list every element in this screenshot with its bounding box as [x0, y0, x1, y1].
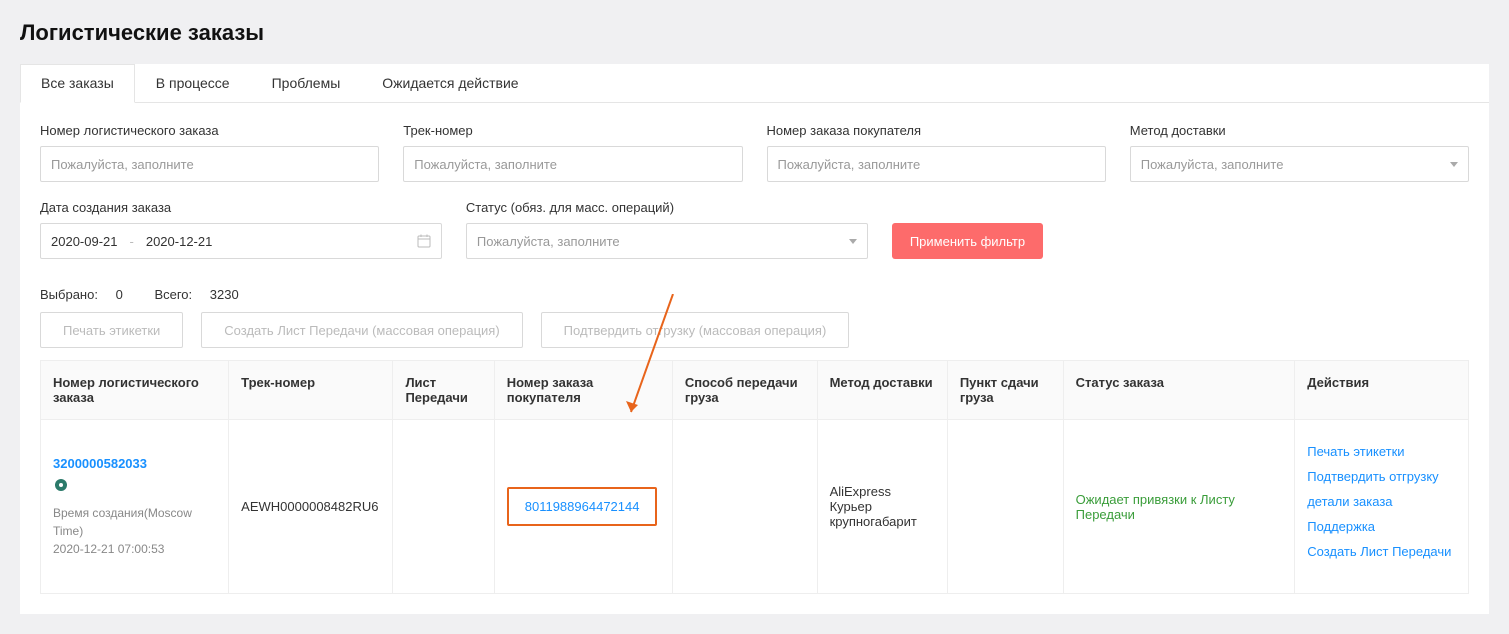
- chevron-down-icon: [849, 239, 857, 244]
- date-from: 2020-09-21: [51, 234, 118, 249]
- product-thumb-icon: [53, 477, 69, 493]
- main-panel: Все заказы В процессе Проблемы Ожидается…: [20, 64, 1489, 614]
- delivery-method-select[interactable]: Пожалуйста, заполните: [1130, 146, 1469, 182]
- tab-problems[interactable]: Проблемы: [251, 64, 362, 102]
- action-details[interactable]: детали заказа: [1307, 494, 1456, 509]
- bulk-actions: Печать этикетки Создать Лист Передачи (м…: [20, 312, 1489, 360]
- tab-all-orders[interactable]: Все заказы: [20, 64, 135, 103]
- cell-logistic-order: 3200000582033 Время создания(Moscow Time…: [41, 420, 229, 594]
- filter-label-track: Трек-номер: [403, 123, 742, 138]
- col-actions: Действия: [1295, 361, 1469, 420]
- select-placeholder: Пожалуйста, заполните: [1141, 157, 1284, 172]
- action-support[interactable]: Поддержка: [1307, 519, 1456, 534]
- buyer-order-input[interactable]: [767, 146, 1106, 182]
- col-track: Трек-номер: [229, 361, 393, 420]
- highlight-annotation: 8011988964472144: [507, 487, 658, 526]
- tabs: Все заказы В процессе Проблемы Ожидается…: [20, 64, 1489, 103]
- action-create-handover[interactable]: Создать Лист Передачи: [1307, 544, 1456, 559]
- col-handover-method: Способ передачи груза: [672, 361, 817, 420]
- filters: Номер логистического заказа Трек-номер Н…: [20, 103, 1489, 287]
- logistic-order-input[interactable]: [40, 146, 379, 182]
- cell-handover-method: [672, 420, 817, 594]
- filter-label-logistic-order: Номер логистического заказа: [40, 123, 379, 138]
- action-print[interactable]: Печать этикетки: [1307, 444, 1456, 459]
- cell-buyer-order: 8011988964472144: [494, 420, 672, 594]
- cell-actions: Печать этикетки Подтвердить отгрузку дет…: [1295, 420, 1469, 594]
- filter-label-delivery-method: Метод доставки: [1130, 123, 1469, 138]
- date-to: 2020-12-21: [146, 234, 213, 249]
- col-dropoff: Пункт сдачи груза: [947, 361, 1063, 420]
- table-header-row: Номер логистического заказа Трек-номер Л…: [41, 361, 1469, 420]
- orders-table-wrap: Номер логистического заказа Трек-номер Л…: [20, 360, 1489, 614]
- cell-delivery-method: AliExpress Курьер крупногабарит: [817, 420, 947, 594]
- total-count: 3230: [210, 287, 239, 302]
- filter-label-buyer-order: Номер заказа покупателя: [767, 123, 1106, 138]
- track-number-input[interactable]: [403, 146, 742, 182]
- col-delivery-method: Метод доставки: [817, 361, 947, 420]
- col-logistic-order: Номер логистического заказа: [41, 361, 229, 420]
- created-label: Время создания(Moscow Time): [53, 506, 192, 538]
- calendar-icon: [417, 234, 431, 248]
- filter-label-status: Статус (обяз. для масс. операций): [466, 200, 868, 215]
- orders-table: Номер логистического заказа Трек-номер Л…: [40, 360, 1469, 594]
- page-title: Логистические заказы: [20, 20, 1489, 46]
- tab-in-progress[interactable]: В процессе: [135, 64, 251, 102]
- selection-summary: Выбрано: 0 Всего: 3230: [20, 287, 1489, 312]
- tab-awaiting-action[interactable]: Ожидается действие: [361, 64, 539, 102]
- status-badge: Ожидает привязки к Листу Передачи: [1076, 492, 1235, 522]
- bulk-print-button[interactable]: Печать этикетки: [40, 312, 183, 348]
- col-status: Статус заказа: [1063, 361, 1295, 420]
- buyer-order-link[interactable]: 8011988964472144: [525, 499, 640, 514]
- cell-handover: [393, 420, 494, 594]
- col-buyer-order: Номер заказа покупателя: [494, 361, 672, 420]
- apply-filter-button[interactable]: Применить фильтр: [892, 223, 1043, 259]
- select-placeholder: Пожалуйста, заполните: [477, 234, 620, 249]
- logistic-order-link[interactable]: 3200000582033: [53, 456, 147, 471]
- bulk-confirm-ship-button[interactable]: Подтвердить отгрузку (массовая операция): [541, 312, 850, 348]
- chevron-down-icon: [1450, 162, 1458, 167]
- bulk-create-handover-button[interactable]: Создать Лист Передачи (массовая операция…: [201, 312, 522, 348]
- date-range-picker[interactable]: 2020-09-21 - 2020-12-21: [40, 223, 442, 259]
- table-row: 3200000582033 Время создания(Moscow Time…: [41, 420, 1469, 594]
- cell-dropoff: [947, 420, 1063, 594]
- total-label: Всего:: [154, 287, 192, 302]
- col-handover: Лист Передачи: [393, 361, 494, 420]
- created-at: 2020-12-21 07:00:53: [53, 542, 164, 556]
- selected-count: 0: [116, 287, 123, 302]
- date-separator: -: [130, 234, 134, 249]
- cell-track: AEWH0000008482RU6: [229, 420, 393, 594]
- status-select[interactable]: Пожалуйста, заполните: [466, 223, 868, 259]
- selected-label: Выбрано:: [40, 287, 98, 302]
- action-confirm-ship[interactable]: Подтвердить отгрузку: [1307, 469, 1456, 484]
- cell-status: Ожидает привязки к Листу Передачи: [1063, 420, 1295, 594]
- filter-label-date-created: Дата создания заказа: [40, 200, 442, 215]
